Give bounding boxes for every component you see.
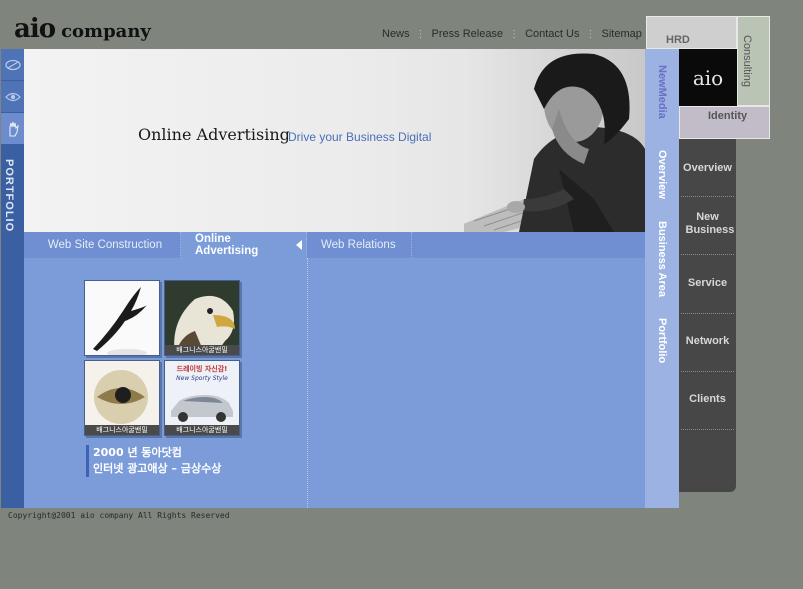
banner: Online Advertising Drive your Business D… <box>24 49 645 232</box>
top-nav-sitemap[interactable]: Sitemap <box>601 28 641 40</box>
menu-separator <box>681 254 734 255</box>
aio-home-button[interactable]: aio <box>679 49 737 106</box>
dark-menu-new-business-label: New Business <box>685 211 735 236</box>
top-nav-separator: ⋮ <box>415 28 426 40</box>
submenu-web-relations[interactable]: Web Relations <box>307 232 412 258</box>
tab-consulting-label: Consulting <box>741 35 753 87</box>
logo-primary: aio <box>14 14 56 44</box>
banner-subtitle: Drive your Business Digital <box>288 130 432 144</box>
award-line-2: 인터넷 광고애상 – 금상수상 <box>93 462 222 475</box>
thumbnail-label: 배그니스아굴밴밀 <box>85 425 159 435</box>
vertical-nav-business-area[interactable]: Business Area <box>656 221 668 297</box>
menu-separator <box>681 371 734 372</box>
portfolio-thumbnail[interactable]: 드레이빙 자신감! New Sporty Style 배그니스아굴밴밀 <box>164 360 240 436</box>
vertical-nav-overview[interactable]: Overview <box>656 150 668 199</box>
submenu: Web Site Construction Online Advertising… <box>24 232 645 258</box>
tab-hrd[interactable]: HRD <box>646 16 737 49</box>
top-nav-contact-us[interactable]: Contact Us <box>525 28 579 40</box>
left-sidebar: PORTFOLIO <box>1 49 24 508</box>
portfolio-thumbnail[interactable]: 배그니스아굴밴밀 <box>84 360 160 436</box>
top-nav-separator: ⋮ <box>509 28 520 40</box>
submenu-online-advertising[interactable]: Online Advertising <box>181 232 307 258</box>
sidebar-portfolio-label[interactable]: PORTFOLIO <box>3 159 15 232</box>
eagle-silhouette-icon <box>85 281 159 355</box>
aio-home-label: aio <box>692 65 724 90</box>
vertical-nav: NewMedia Overview Business Area Portfoli… <box>645 49 679 508</box>
menu-separator <box>681 429 734 430</box>
dark-menu-overview[interactable]: Overview <box>679 162 736 175</box>
tab-identity-label: Identity <box>708 110 748 122</box>
main-content: Online Advertising Drive your Business D… <box>24 49 645 508</box>
tab-hrd-label: HRD <box>666 34 690 46</box>
banner-title: Online Advertising <box>138 125 290 144</box>
portfolio-thumbnail[interactable]: 배그니스아굴밴밀 <box>164 280 240 356</box>
thumbnail-label: 배그니스아굴밴밀 <box>165 345 239 355</box>
menu-separator <box>681 196 734 197</box>
logo-secondary: company <box>61 21 151 42</box>
tab-identity[interactable]: Identity <box>679 106 770 139</box>
content-divider <box>307 258 308 508</box>
eye-closeup-icon <box>85 361 159 435</box>
portfolio-thumbnail[interactable] <box>84 280 160 356</box>
submenu-online-advertising-label: Online Advertising <box>195 233 259 257</box>
thumbnail-label: 배그니스아굴밴밀 <box>165 425 239 435</box>
dark-menu-clients[interactable]: Clients <box>679 393 736 406</box>
banner-photo <box>464 49 645 232</box>
thumbnail-headline: 드레이빙 자신감! <box>176 365 228 373</box>
submenu-web-site-construction[interactable]: Web Site Construction <box>24 232 181 258</box>
top-nav: News ⋮ Press Release ⋮ Contact Us ⋮ Site… <box>382 28 642 40</box>
eagle-head-icon <box>165 281 239 355</box>
thumbnail-subline: New Sporty Style <box>176 375 228 382</box>
top-nav-news[interactable]: News <box>382 28 410 40</box>
hand-icon[interactable] <box>1 113 24 144</box>
company-logo[interactable]: aio company <box>14 14 151 44</box>
ring-icon[interactable] <box>1 49 24 80</box>
top-nav-press-release[interactable]: Press Release <box>432 28 504 40</box>
menu-separator <box>681 313 734 314</box>
active-arrow-icon <box>296 240 302 250</box>
eye-icon[interactable] <box>1 81 24 112</box>
top-nav-separator: ⋮ <box>585 28 596 40</box>
tab-consulting[interactable]: Consulting <box>737 16 770 106</box>
dark-menu-network[interactable]: Network <box>679 335 736 348</box>
vertical-nav-portfolio[interactable]: Portfolio <box>656 318 668 363</box>
dark-side-menu: Overview New Business Service Network Cl… <box>679 139 736 492</box>
dark-menu-new-business[interactable]: New Business <box>679 211 736 237</box>
copyright-text: Copyright@2001 aio company All Rights Re… <box>8 511 230 520</box>
award-line-1: 2000 년 동아닷컴 <box>93 446 182 459</box>
award-text: 2000 년 동아닷컴 인터넷 광고애상 – 금상수상 <box>86 445 221 477</box>
vertical-nav-newmedia[interactable]: NewMedia <box>656 65 668 119</box>
dark-menu-service[interactable]: Service <box>679 277 736 290</box>
